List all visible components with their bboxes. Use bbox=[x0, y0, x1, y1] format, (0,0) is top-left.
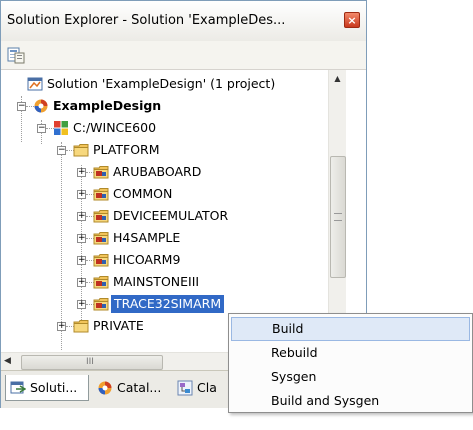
title-bar: Solution Explorer - Solution 'ExampleDes… bbox=[1, 1, 366, 42]
folder-icon bbox=[73, 320, 89, 333]
tree-label: H4SAMPLE bbox=[113, 230, 181, 245]
class-view-icon bbox=[177, 380, 193, 396]
expand-toggle[interactable]: + bbox=[77, 256, 86, 265]
tab-catalog[interactable]: Catal... bbox=[93, 375, 169, 401]
tree-label-selected: TRACE32SIMARM bbox=[111, 295, 225, 313]
tree-node-bsp[interactable]: + DEVICEEMULATOR bbox=[1, 205, 331, 227]
tree-label: DEVICEEMULATOR bbox=[113, 208, 229, 223]
expand-toggle[interactable]: + bbox=[77, 212, 86, 221]
scroll-left-button[interactable]: ◀ bbox=[4, 353, 18, 370]
expand-toggle[interactable]: + bbox=[77, 168, 86, 177]
properties-icon bbox=[7, 47, 25, 64]
arrow-left-icon: ◀ bbox=[4, 356, 11, 366]
bsp-folder-icon bbox=[93, 166, 109, 179]
catalog-icon bbox=[98, 381, 112, 395]
menu-item-build[interactable]: Build bbox=[231, 317, 470, 341]
tab-label: Cla bbox=[197, 380, 217, 395]
tree-node-bsp-selected[interactable]: + TRACE32SIMARM bbox=[1, 293, 331, 315]
project-icon bbox=[34, 99, 48, 113]
horizontal-scroll-thumb[interactable]: III bbox=[21, 355, 163, 370]
tree-node-bsp[interactable]: + ARUBABOARD bbox=[1, 161, 331, 183]
bsp-folder-icon bbox=[93, 254, 109, 267]
solution-icon bbox=[27, 77, 43, 91]
tree-node-bsp[interactable]: + COMMON bbox=[1, 183, 331, 205]
menu-item-rebuild[interactable]: Rebuild bbox=[231, 341, 470, 365]
window-title: Solution Explorer - Solution 'ExampleDes… bbox=[7, 13, 286, 28]
tree-node-bsp[interactable]: + HICOARM9 bbox=[1, 249, 331, 271]
tree-label: C:/WINCE600 bbox=[73, 120, 157, 135]
solution-tree[interactable]: Solution 'ExampleDesign' (1 project) − E… bbox=[1, 70, 344, 352]
close-button[interactable]: × bbox=[344, 12, 360, 28]
context-menu: Build Rebuild Sysgen Build and Sysgen bbox=[228, 313, 473, 413]
expand-toggle[interactable]: + bbox=[77, 278, 86, 287]
toolbar bbox=[1, 41, 366, 70]
bsp-folder-icon bbox=[93, 210, 109, 223]
expand-toggle[interactable]: + bbox=[77, 190, 86, 199]
grip-icon bbox=[334, 213, 342, 221]
arrow-up-icon: ▲ bbox=[334, 74, 341, 83]
bsp-folder-icon bbox=[93, 298, 109, 311]
tree-label: COMMON bbox=[113, 186, 173, 201]
tree-node-wince[interactable]: − C:/WINCE600 bbox=[1, 117, 331, 139]
platform-icon bbox=[54, 121, 68, 135]
expand-toggle[interactable]: + bbox=[77, 300, 86, 309]
bsp-folder-icon bbox=[93, 188, 109, 201]
close-icon: × bbox=[347, 14, 357, 27]
properties-button[interactable] bbox=[7, 46, 25, 64]
tree-node-solution[interactable]: Solution 'ExampleDesign' (1 project) bbox=[1, 73, 331, 95]
tree-label: Solution 'ExampleDesign' (1 project) bbox=[47, 76, 276, 91]
tree-label: PLATFORM bbox=[93, 142, 160, 157]
grip-icon: III bbox=[86, 357, 94, 367]
tree-node-bsp[interactable]: + MAINSTONEIII bbox=[1, 271, 331, 293]
tree-label: ExampleDesign bbox=[53, 98, 162, 113]
tree-node-project[interactable]: − ExampleDesign bbox=[1, 95, 331, 117]
vertical-scroll-thumb[interactable] bbox=[330, 156, 346, 278]
vertical-scrollbar[interactable]: ▲ bbox=[328, 70, 346, 352]
tree-label: ARUBABOARD bbox=[113, 164, 202, 179]
tab-solution-explorer[interactable]: Soluti... bbox=[5, 375, 89, 401]
menu-item-sysgen[interactable]: Sysgen bbox=[231, 365, 470, 389]
collapse-toggle[interactable]: − bbox=[57, 146, 66, 155]
tree-node-platform[interactable]: − PLATFORM bbox=[1, 139, 331, 161]
tree-label: MAINSTONEIII bbox=[113, 274, 200, 289]
collapse-toggle[interactable]: − bbox=[37, 124, 46, 133]
expand-toggle[interactable]: + bbox=[57, 322, 66, 331]
tree-label: PRIVATE bbox=[93, 318, 144, 333]
tree-node-bsp[interactable]: + H4SAMPLE bbox=[1, 227, 331, 249]
tab-class-view[interactable]: Cla bbox=[173, 375, 229, 401]
tab-label: Catal... bbox=[117, 380, 162, 395]
scroll-up-button[interactable]: ▲ bbox=[329, 70, 346, 87]
tree-label: HICOARM9 bbox=[113, 252, 181, 267]
tab-label: Soluti... bbox=[30, 380, 78, 395]
menu-item-build-and-sysgen[interactable]: Build and Sysgen bbox=[231, 389, 470, 413]
collapse-toggle[interactable]: − bbox=[17, 102, 26, 111]
solution-explorer-icon bbox=[10, 381, 26, 394]
expand-toggle[interactable]: + bbox=[77, 234, 86, 243]
bsp-folder-icon bbox=[93, 276, 109, 289]
bsp-folder-icon bbox=[93, 232, 109, 245]
folder-icon bbox=[73, 144, 89, 157]
